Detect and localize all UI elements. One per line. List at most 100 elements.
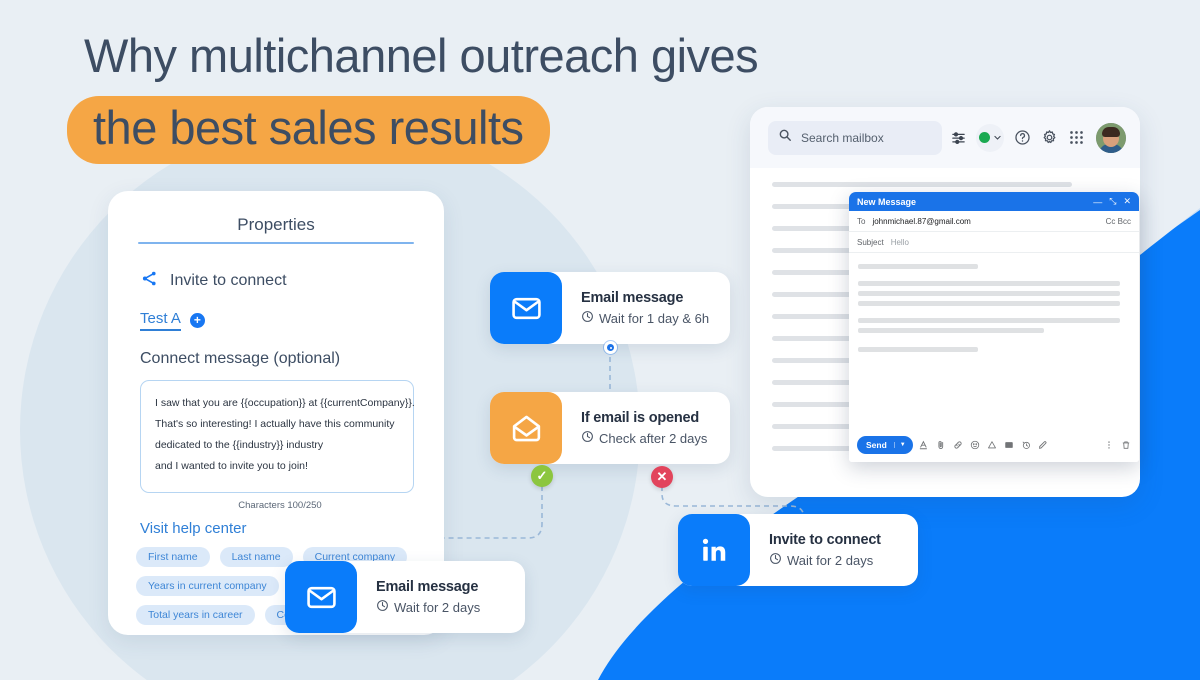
flow-card-if-email-opened[interactable]: If email is opened Check after 2 days [490,392,730,464]
variable-chip[interactable]: First name [136,547,210,567]
share-icon [140,270,159,292]
branch-no-badge[interactable]: ✕ [651,466,673,488]
plus-circle-icon[interactable]: + [189,313,205,328]
invite-to-connect-row[interactable]: Invite to connect [140,270,444,292]
avatar-hair [1102,126,1121,137]
flow-card-email-message-2[interactable]: Email message Wait for 2 days [285,561,525,633]
character-counter: Characters 100/250 [238,500,322,511]
send-options-caret[interactable]: ▼ [893,442,911,448]
connect-message-label: Connect message (optional) [140,350,341,367]
branch-yes-badge[interactable]: ✓ [531,465,553,487]
chevron-down-icon [993,129,1002,147]
minimize-icon[interactable]: — [1093,197,1102,207]
subject-label: Subject [857,237,884,247]
variable-chip[interactable]: Years in current company [136,576,279,596]
variable-chip[interactable]: Last name [219,547,293,567]
connect-message-textarea[interactable]: I saw that you are {{occupation}} at {{c… [140,380,415,493]
compose-header: New Message — ⤡ ✕ [849,192,1139,211]
search-input[interactable]: Search mailbox [768,120,942,155]
connector-node-dot[interactable] [604,341,617,354]
flow-card-title: Email message [376,579,479,595]
list-item [772,182,1072,187]
flow-card-email-message-1[interactable]: Email message Wait for 1 day & 6h [490,272,730,344]
flow-card-text: Email message Wait for 2 days [357,579,480,615]
status-dropdown[interactable] [975,123,1005,152]
panel-title: Properties [237,215,315,234]
flow-card-title: If email is opened [581,410,700,426]
flow-card-delay-text: Wait for 1 day & 6h [599,310,710,326]
body-line [858,301,1120,306]
gear-icon[interactable] [1040,129,1058,146]
send-button[interactable]: Send ▼ [857,436,913,454]
headline-line-2: the best sales results [93,101,524,154]
compose-body[interactable] [849,253,1139,352]
flow-card-text: If email is opened Check after 2 days [562,410,707,446]
message-line: That's so interesting! I actually have t… [155,418,395,430]
flow-card-delay-text: Wait for 2 days [394,599,481,615]
invite-to-connect-label: Invite to connect [170,272,287,289]
insert-link-icon[interactable] [953,440,964,450]
to-field[interactable]: To johnmichael.87@gmail.com Cc Bcc [849,211,1139,232]
variant-tab-label: Test A [140,310,181,331]
clock-icon [376,599,389,615]
cc-bcc-toggle[interactable]: Cc Bcc [1106,217,1131,226]
attach-file-icon[interactable] [936,440,947,450]
clock-icon [581,310,594,326]
flow-card-text: Invite to connect Wait for 2 days [750,532,881,568]
variant-tab-row[interactable]: Test A + [140,310,444,331]
message-line: dedicated to the {{industry}} industry [155,439,324,451]
headline-line-1: Why multichannel outreach gives [84,29,759,82]
body-line [858,347,978,352]
trash-icon[interactable] [1120,440,1131,450]
body-line [858,318,1120,323]
headline: Why multichannel outreach gives the best… [67,24,759,164]
compose-title: New Message [857,196,917,207]
open-envelope-icon [490,392,562,464]
subject-placeholder: Hello [890,237,909,247]
search-icon [778,128,792,147]
compose-window: New Message — ⤡ ✕ To johnmichael.87@gmai… [849,192,1139,462]
avatar[interactable] [1096,122,1127,153]
body-line [858,264,978,269]
status-dot-icon [978,132,990,143]
search-placeholder-text: Search mailbox [801,130,884,145]
flow-card-delay-text: Check after 2 days [599,430,708,446]
close-icon[interactable]: ✕ [1123,196,1131,207]
signature-pen-icon[interactable] [1038,440,1049,450]
compose-toolbar: Send ▼ [849,428,1139,462]
more-vertical-icon[interactable] [1103,440,1114,450]
flow-card-delay: Wait for 1 day & 6h [581,310,709,326]
poster-canvas: Why multichannel outreach gives the best… [0,0,1200,680]
tune-icon[interactable] [951,130,967,145]
send-label: Send [866,440,887,450]
clock-icon [581,430,594,446]
flow-card-delay: Wait for 2 days [376,599,480,615]
linkedin-icon [678,514,750,586]
flow-card-invite-to-connect[interactable]: Invite to connect Wait for 2 days [678,514,918,586]
insert-photo-icon[interactable] [1004,440,1015,450]
apps-grid-icon[interactable] [1067,130,1085,145]
subject-field[interactable]: Subject Hello [849,232,1139,253]
flow-card-title: Email message [581,290,684,306]
expand-icon[interactable]: ⤡ [1109,196,1116,207]
message-line: and I wanted to invite you to join! [155,460,308,472]
body-line [858,291,1120,296]
body-line [858,328,1044,333]
panel-title-underline [138,242,414,244]
flow-card-delay: Wait for 2 days [769,552,881,568]
confidential-mode-icon[interactable] [1021,440,1032,450]
headline-highlight: the best sales results [67,96,550,164]
to-label: To [857,216,866,226]
message-line: I saw that you are {{occupation}} at {{c… [155,397,415,409]
variable-chip[interactable]: Total years in career [136,605,255,625]
check-icon: ✓ [536,468,548,483]
mailbox-toolbar: Search mailbox [750,107,1140,168]
flow-card-delay-text: Wait for 2 days [787,552,874,568]
help-circle-icon[interactable] [1013,129,1031,146]
insert-drive-icon[interactable] [987,440,998,450]
visit-help-center-link[interactable]: Visit help center [140,520,444,537]
to-value: johnmichael.87@gmail.com [872,216,971,226]
insert-emoji-icon[interactable] [970,440,981,450]
envelope-icon [285,561,357,633]
format-text-icon[interactable] [919,440,930,450]
